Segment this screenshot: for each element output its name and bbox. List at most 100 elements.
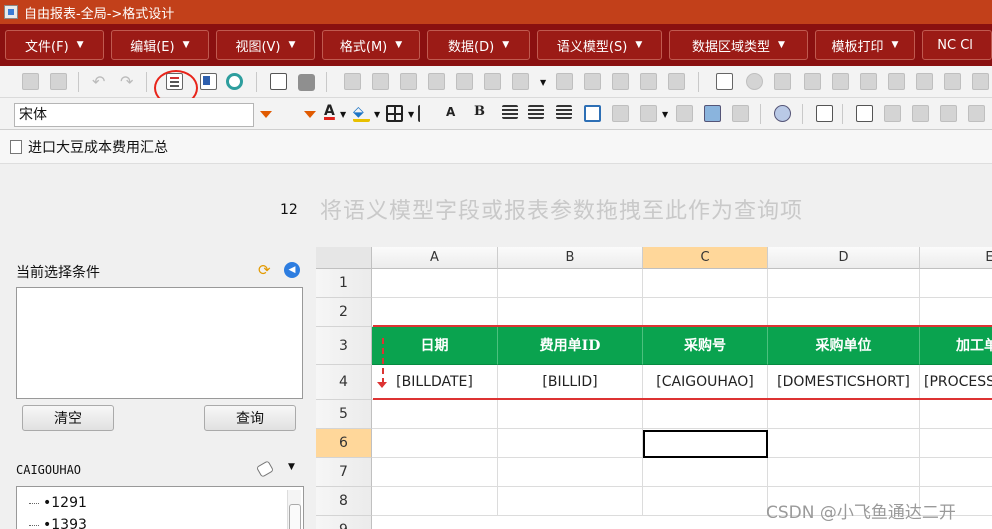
cell-e1[interactable] xyxy=(920,269,992,298)
cell-e7[interactable] xyxy=(920,458,992,487)
row-header-1[interactable]: 1 xyxy=(316,269,372,298)
redo-icon[interactable]: ↷ xyxy=(120,73,137,90)
align-left-icon[interactable] xyxy=(502,105,518,119)
group-icon[interactable] xyxy=(456,73,473,90)
cross-table-icon[interactable] xyxy=(640,73,657,90)
cell-c5[interactable] xyxy=(643,400,768,429)
size-dropdown-arrow[interactable] xyxy=(304,111,316,118)
eraser-icon[interactable] xyxy=(255,460,275,478)
collapse-icon[interactable]: ◀ xyxy=(284,262,300,278)
search-icon[interactable] xyxy=(944,73,961,90)
grid-corner[interactable] xyxy=(316,247,372,269)
filter-icon[interactable] xyxy=(400,73,417,90)
row-header-2[interactable]: 2 xyxy=(316,298,372,327)
menu-format[interactable]: 格式(M) ▼ xyxy=(321,30,421,60)
grow-font-icon[interactable]: A xyxy=(446,105,455,119)
table-icon[interactable] xyxy=(484,73,501,90)
cell-c8[interactable] xyxy=(643,487,768,516)
insert-col-icon[interactable] xyxy=(640,105,657,122)
report-tab[interactable]: 进口大豆成本费用汇总 xyxy=(0,130,992,164)
sort-desc-icon[interactable] xyxy=(372,73,389,90)
format-icon[interactable] xyxy=(584,73,601,90)
font-size-select[interactable]: 12 xyxy=(280,202,298,218)
merge-icon[interactable] xyxy=(860,73,877,90)
more-format-icon[interactable] xyxy=(968,105,985,122)
conditions-box[interactable] xyxy=(16,287,303,399)
cell-e2[interactable] xyxy=(920,298,992,327)
align-right-icon[interactable] xyxy=(556,105,572,119)
field-value-list[interactable]: • 1291 • 1393 xyxy=(16,486,304,529)
list-item[interactable]: • 1393 xyxy=(29,517,87,529)
printer-icon[interactable] xyxy=(298,74,315,91)
font-dropdown-arrow[interactable] xyxy=(260,111,272,118)
scrollbar-thumb[interactable] xyxy=(289,504,301,529)
save-icon[interactable] xyxy=(22,73,39,90)
row-header-8[interactable]: 8 xyxy=(316,487,372,516)
settings-doc-icon[interactable] xyxy=(716,73,733,90)
cell-a2[interactable] xyxy=(372,298,498,327)
formula-icon[interactable] xyxy=(612,73,629,90)
field-cell-billdate[interactable]: [BILLDATE] xyxy=(372,365,498,400)
image-icon[interactable] xyxy=(704,105,721,122)
menu-semantic-model[interactable]: 语义模型(S) ▼ xyxy=(536,30,663,60)
row-header-6[interactable]: 6 xyxy=(316,429,372,458)
cell-b2[interactable] xyxy=(498,298,643,327)
fill-color-icon[interactable]: ⬙ xyxy=(353,105,370,122)
column-header-e[interactable]: E xyxy=(920,247,992,269)
header-cell-process[interactable]: 加工单 xyxy=(920,327,992,365)
cell-d7[interactable] xyxy=(768,458,920,487)
cell-e5[interactable] xyxy=(920,400,992,429)
cell-c1[interactable] xyxy=(643,269,768,298)
menu-nc-cloud[interactable]: NC Cl xyxy=(922,30,992,60)
menu-view[interactable]: 视图(V) ▼ xyxy=(216,30,315,60)
chart-settings-icon[interactable] xyxy=(884,105,901,122)
link-icon[interactable] xyxy=(556,73,573,90)
list-icon[interactable] xyxy=(916,73,933,90)
row-header-3[interactable]: 3 xyxy=(316,327,372,365)
menu-data-region-type[interactable]: 数据区域类型 ▼ xyxy=(669,30,808,60)
cell-a1[interactable] xyxy=(372,269,498,298)
menu-file[interactable]: 文件(F) ▼ xyxy=(5,30,104,60)
filter-clear-icon[interactable] xyxy=(428,73,445,90)
vertical-scrollbar[interactable] xyxy=(287,490,301,529)
bold-icon[interactable]: B xyxy=(474,104,485,119)
cell-b7[interactable] xyxy=(498,458,643,487)
chevron-down-icon[interactable]: ▼ xyxy=(540,78,546,87)
font-color-icon[interactable]: A xyxy=(324,103,335,119)
cell-a7[interactable] xyxy=(372,458,498,487)
column-header-b[interactable]: B xyxy=(498,247,643,269)
layout-icon[interactable] xyxy=(912,105,929,122)
field-cell-billid[interactable]: [BILLID] xyxy=(498,365,643,400)
chevron-down-icon[interactable]: ▼ xyxy=(340,110,346,119)
cell-b5[interactable] xyxy=(498,400,643,429)
cell-e6[interactable] xyxy=(920,429,992,458)
chevron-down-icon[interactable]: ▼ xyxy=(408,110,414,119)
gear-icon[interactable] xyxy=(746,73,763,90)
wrap-icon[interactable] xyxy=(418,105,435,122)
move-icon[interactable] xyxy=(832,73,849,90)
column-header-c[interactable]: C xyxy=(643,247,768,269)
field-cell-process[interactable]: [PROCESS xyxy=(920,365,992,400)
column-header-d[interactable]: D xyxy=(768,247,920,269)
sort-icon[interactable] xyxy=(344,73,361,90)
header-cell-date[interactable]: 日期 xyxy=(372,327,498,365)
tree-icon[interactable] xyxy=(774,73,791,90)
report-icon[interactable] xyxy=(816,105,833,122)
delete-icon[interactable] xyxy=(676,105,693,122)
refresh-icon[interactable]: ⟳ xyxy=(258,262,274,278)
insert-row-icon[interactable] xyxy=(612,105,629,122)
chevron-down-icon[interactable]: ▼ xyxy=(288,462,295,472)
preview-icon[interactable] xyxy=(226,73,243,90)
cell-b1[interactable] xyxy=(498,269,643,298)
list-item[interactable]: • 1291 xyxy=(29,495,87,511)
area-icon[interactable] xyxy=(668,73,685,90)
cell-d1[interactable] xyxy=(768,269,920,298)
copy-icon[interactable] xyxy=(200,73,217,90)
save-all-icon[interactable] xyxy=(50,73,67,90)
chart-icon[interactable] xyxy=(512,73,529,90)
header-cell-billid[interactable]: 费用单ID xyxy=(498,327,643,365)
border-icon[interactable] xyxy=(386,105,403,122)
row-header-4[interactable]: 4 xyxy=(316,365,372,400)
align-center-icon[interactable] xyxy=(528,105,544,119)
chevron-down-icon[interactable]: ▼ xyxy=(662,110,668,119)
